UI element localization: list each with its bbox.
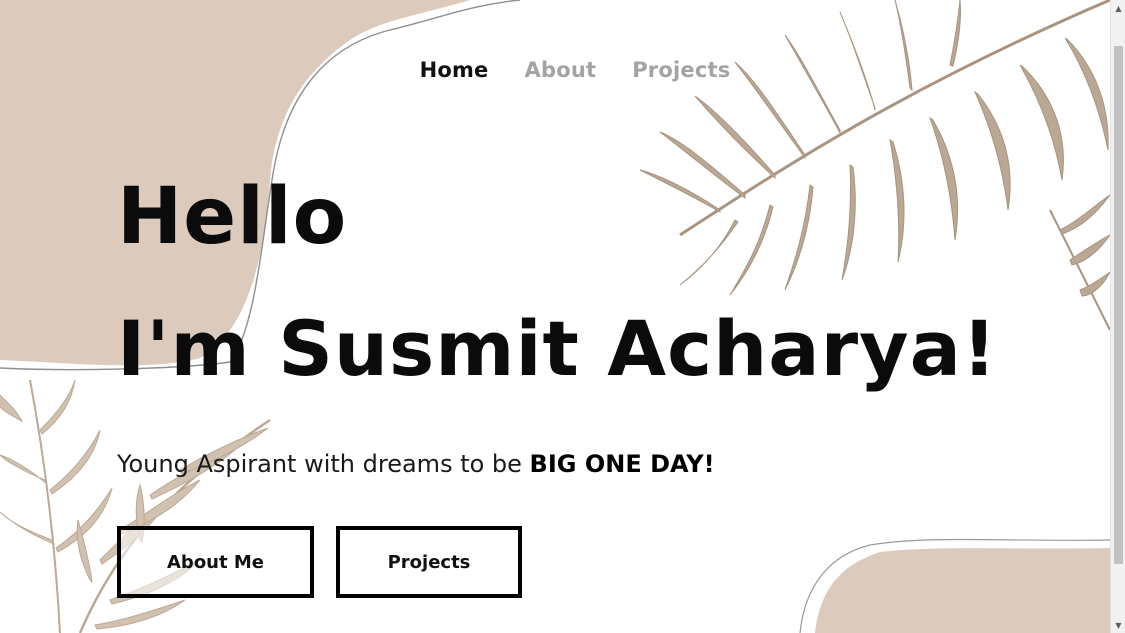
- beige-blob-bottom-right: [815, 548, 1110, 633]
- tagline-emphasis: BIG ONE DAY!: [529, 450, 715, 478]
- arrow-up-icon[interactable]: ▲: [1111, 0, 1125, 16]
- page-viewport: Home About Projects Hello I'm Susmit Ach…: [0, 0, 1110, 633]
- hero-name-heading: I'm Susmit Acharya!: [117, 304, 998, 393]
- nav-home-link[interactable]: Home: [420, 58, 489, 82]
- about-me-button[interactable]: About Me: [117, 526, 314, 598]
- palm-leaf-top-right: [639, 0, 1110, 331]
- nav-projects-link[interactable]: Projects: [632, 58, 730, 82]
- vertical-scrollbar[interactable]: ▲ ▼: [1110, 0, 1125, 633]
- scrollbar-thumb[interactable]: [1114, 46, 1123, 564]
- projects-button[interactable]: Projects: [336, 526, 522, 598]
- main-nav: Home About Projects: [0, 58, 1110, 82]
- nav-about-link[interactable]: About: [525, 58, 597, 82]
- hero-tagline: Young Aspirant with dreams to be BIG ONE…: [117, 450, 715, 478]
- hero-greeting: Hello: [117, 172, 348, 262]
- arrow-down-icon[interactable]: ▼: [1111, 617, 1125, 633]
- tagline-text: Young Aspirant with dreams to be: [117, 450, 530, 478]
